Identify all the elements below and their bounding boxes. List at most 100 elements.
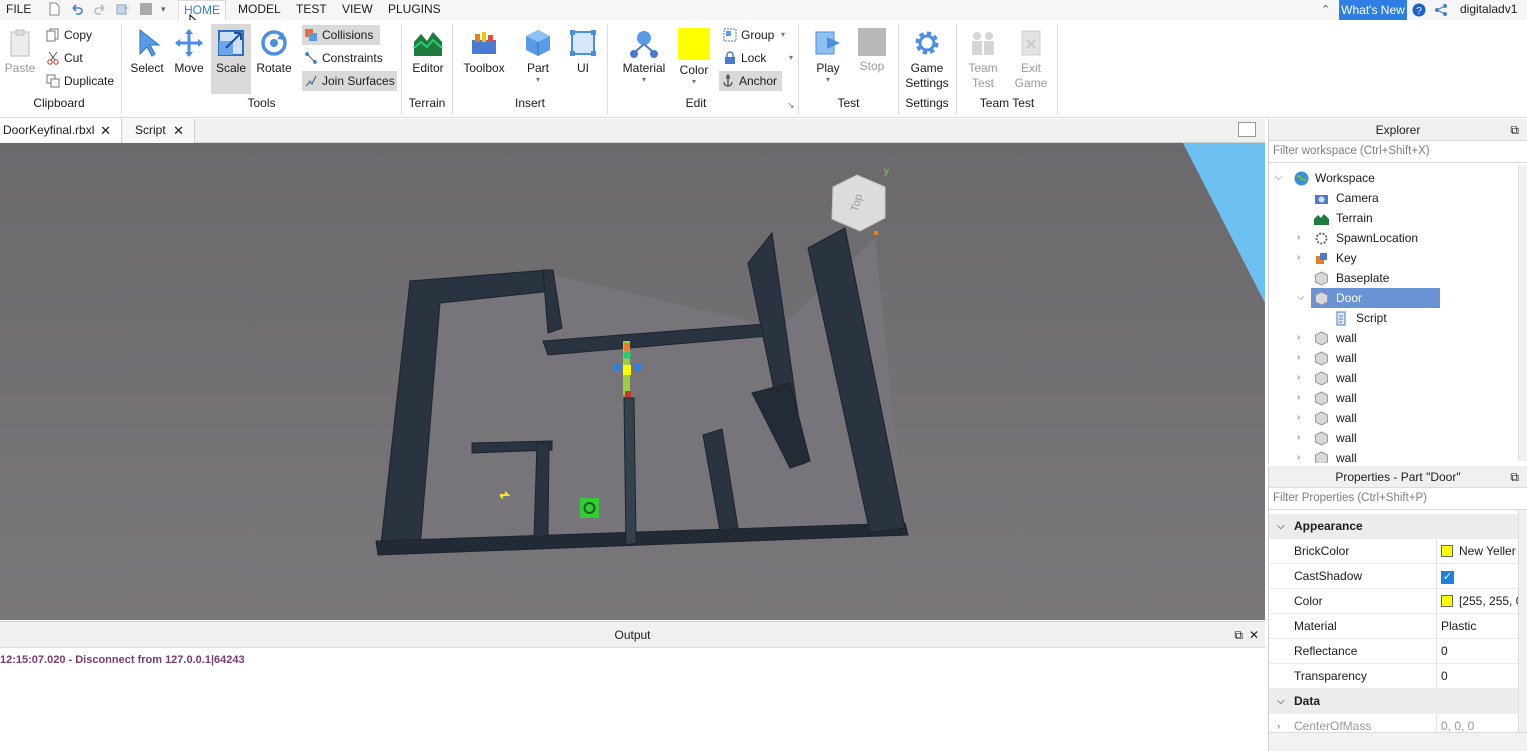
expand-arrow-icon[interactable]: › — [1297, 228, 1300, 248]
duplicate-button[interactable]: Duplicate — [44, 71, 114, 91]
tree-item-door[interactable]: ⌵ Door — [1269, 288, 1509, 308]
play-button[interactable]: Play ▾ — [808, 28, 848, 84]
property-transparency[interactable]: Transparency 0 — [1269, 664, 1527, 689]
tree-item-spawnlocation[interactable]: › SpawnLocation — [1269, 228, 1509, 248]
viewport-maximize-icon[interactable] — [1238, 122, 1256, 137]
3d-viewport[interactable]: Top y — [0, 143, 1265, 620]
tab-model[interactable]: MODEL — [238, 2, 281, 16]
rotate-tool-button[interactable]: Rotate — [254, 28, 294, 76]
quick-access-dropdown-icon[interactable]: ▾ — [161, 4, 166, 15]
tree-item-camera[interactable]: Camera — [1269, 188, 1509, 208]
tab-home[interactable]: HOME — [178, 0, 226, 20]
category-data[interactable]: ⌵ Data — [1269, 689, 1527, 714]
material-dropdown-icon[interactable]: ▾ — [620, 76, 668, 84]
new-file-icon[interactable] — [47, 2, 61, 16]
expand-arrow-icon[interactable]: › — [1297, 248, 1300, 268]
lock-dropdown-icon[interactable]: ▾ — [789, 48, 793, 68]
tree-item-terrain[interactable]: Terrain — [1269, 208, 1509, 228]
copy-button[interactable]: Copy — [44, 25, 92, 45]
part-button[interactable]: Part ▾ — [518, 28, 558, 84]
lock-button[interactable]: Lock ▾ — [721, 48, 795, 68]
collapse-arrow-icon[interactable]: ⌵ — [1275, 168, 1283, 188]
collapse-arrow-icon[interactable]: ⌵ — [1297, 288, 1305, 308]
scale-tool-button[interactable]: Scale — [211, 24, 251, 94]
tree-item-wall[interactable]: › wall — [1269, 428, 1509, 448]
property-value[interactable]: 0 — [1436, 639, 1527, 664]
stop-button[interactable]: Stop — [853, 28, 891, 74]
viewport-scene[interactable]: Top y — [0, 143, 1265, 620]
expand-arrow-icon[interactable]: › — [1297, 428, 1300, 448]
tab-doorkeyfinal[interactable]: DoorKeyfinal.rbxl ✕ — [0, 119, 122, 143]
group-button[interactable]: Group ▾ — [721, 25, 787, 45]
explorer-dock-icon[interactable]: ⧉ — [1510, 119, 1519, 141]
move-tool-button[interactable]: Move — [170, 28, 208, 76]
tree-item-key[interactable]: › Key — [1269, 248, 1509, 268]
close-tab-icon[interactable]: ✕ — [100, 119, 111, 142]
tree-item-wall[interactable]: › wall — [1269, 368, 1509, 388]
material-button[interactable]: Material ▾ — [620, 28, 668, 84]
property-material[interactable]: Material Plastic — [1269, 614, 1527, 639]
close-tab-icon[interactable]: ✕ — [173, 119, 184, 142]
exit-game-button[interactable]: Exit Game — [1010, 28, 1052, 91]
collapse-arrow-icon[interactable]: ⌵ — [1277, 689, 1285, 714]
property-color[interactable]: Color [255, 255, 0] — [1269, 589, 1527, 614]
property-value[interactable]: ✓ — [1436, 564, 1527, 589]
collapse-arrow-icon[interactable]: ⌵ — [1277, 514, 1285, 539]
properties-filter-input[interactable]: Filter Properties (Ctrl+Shift+P) — [1269, 488, 1527, 510]
collapse-ribbon-icon[interactable]: ⌃ — [1321, 3, 1330, 16]
tree-item-script[interactable]: Script — [1269, 308, 1509, 328]
properties-horizontal-scrollbar[interactable] — [1269, 732, 1527, 751]
play-dropdown-icon[interactable]: ▾ — [808, 76, 848, 84]
expand-arrow-icon[interactable]: › — [1297, 328, 1300, 348]
tree-item-workspace[interactable]: ⌵ Workspace — [1269, 168, 1509, 188]
color-dropdown-icon[interactable]: ▾ — [675, 78, 713, 86]
tab-script[interactable]: Script ✕ — [123, 119, 195, 143]
help-icon[interactable]: ? — [1412, 3, 1426, 17]
property-brickcolor[interactable]: BrickColor New Yeller — [1269, 539, 1527, 564]
tab-test[interactable]: TEST — [296, 2, 327, 16]
join-surfaces-toggle[interactable]: Join Surfaces — [302, 71, 397, 91]
publish-icon[interactable] — [116, 2, 130, 16]
anchor-toggle[interactable]: Anchor — [719, 71, 782, 91]
checkbox-checked-icon[interactable]: ✓ — [1441, 571, 1454, 584]
redo-icon[interactable] — [93, 2, 107, 16]
expand-arrow-icon[interactable]: › — [1297, 408, 1300, 428]
properties-dock-icon[interactable]: ⧉ — [1510, 466, 1519, 488]
property-value[interactable]: 0 — [1436, 664, 1527, 689]
tree-item-wall[interactable]: › wall — [1269, 408, 1509, 428]
edit-settings-launcher-icon[interactable]: ↘ — [787, 100, 795, 111]
group-dropdown-icon[interactable]: ▾ — [781, 25, 785, 45]
user-name[interactable]: digitaladv1 — [1460, 2, 1517, 16]
tab-view[interactable]: VIEW — [342, 2, 373, 16]
collisions-toggle[interactable]: Collisions — [302, 25, 380, 45]
select-tool-button[interactable]: Select — [128, 28, 166, 76]
property-value[interactable]: Plastic — [1436, 614, 1527, 639]
paste-button[interactable]: Paste — [3, 28, 37, 76]
spawn-location-part[interactable] — [580, 498, 599, 518]
property-value[interactable]: New Yeller — [1436, 539, 1527, 564]
explorer-scrollbar[interactable] — [1518, 165, 1527, 461]
ui-button[interactable]: UI — [564, 28, 602, 76]
terrain-editor-button[interactable]: Editor — [408, 28, 448, 76]
whats-new-button[interactable]: What's New — [1339, 0, 1407, 20]
expand-arrow-icon[interactable]: › — [1297, 388, 1300, 408]
share-icon[interactable] — [1434, 3, 1448, 17]
tree-item-wall[interactable]: › wall — [1269, 448, 1509, 463]
toolbox-button[interactable]: Toolbox — [461, 28, 507, 76]
file-menu[interactable]: FILE — [6, 2, 31, 16]
color-button[interactable]: Color ▾ — [675, 28, 713, 86]
output-dock-icon[interactable]: ⧉ — [1234, 622, 1243, 648]
tree-item-wall[interactable]: › wall — [1269, 328, 1509, 348]
cut-button[interactable]: Cut — [44, 48, 83, 68]
tree-item-wall[interactable]: › wall — [1269, 348, 1509, 368]
expand-arrow-icon[interactable]: › — [1297, 448, 1300, 463]
stop-icon[interactable] — [139, 2, 153, 16]
properties-scrollbar[interactable] — [1518, 510, 1527, 751]
expand-arrow-icon[interactable]: › — [1297, 348, 1300, 368]
output-close-icon[interactable]: ✕ — [1249, 622, 1259, 648]
tree-item-wall[interactable]: › wall — [1269, 388, 1509, 408]
constraints-toggle[interactable]: Constraints — [302, 48, 383, 68]
explorer-filter-input[interactable]: Filter workspace (Ctrl+Shift+X) — [1269, 141, 1527, 163]
expand-arrow-icon[interactable]: › — [1297, 368, 1300, 388]
property-reflectance[interactable]: Reflectance 0 — [1269, 639, 1527, 664]
